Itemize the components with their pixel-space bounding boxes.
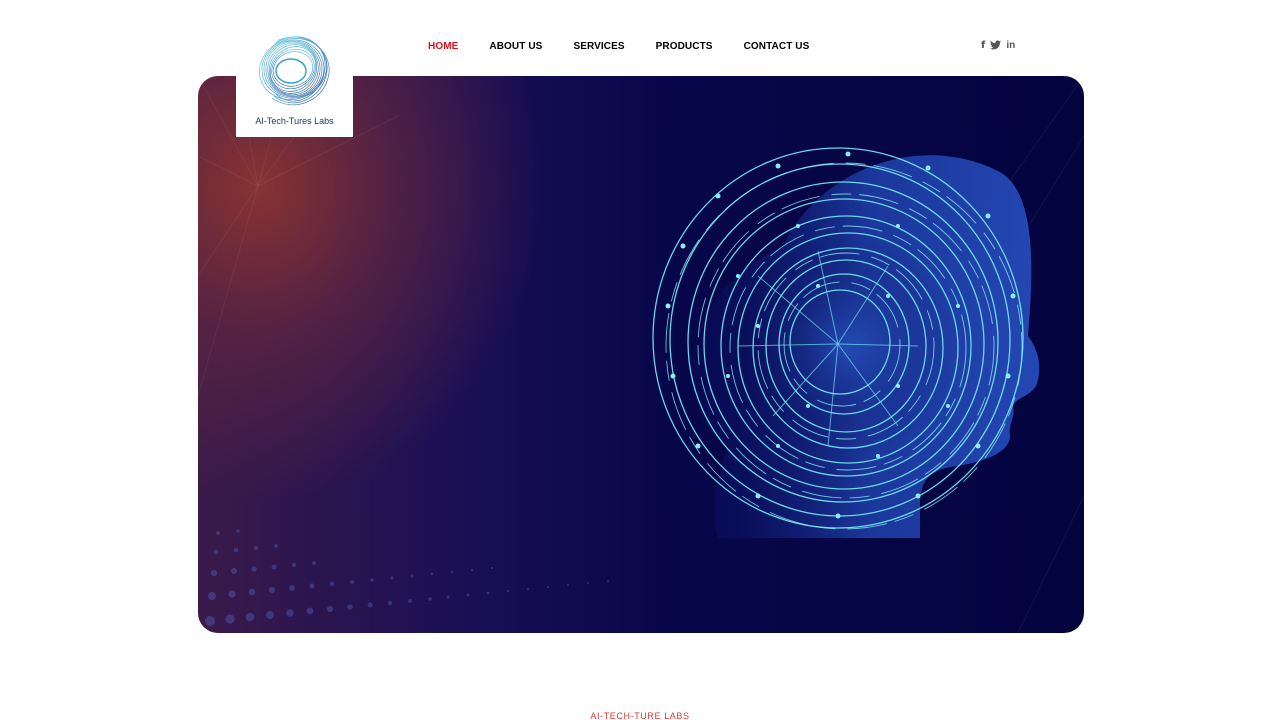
ai-head-illustration (198, 76, 1084, 633)
section-label: AI-TECH-TURE LABS (590, 711, 690, 720)
main-nav: HOME ABOUT US SERVICES PRODUCTS CONTACT … (428, 41, 840, 55)
logo[interactable]: AI-Tech-Tures Labs (236, 14, 353, 137)
nav-products[interactable]: PRODUCTS (656, 41, 713, 55)
nav-home[interactable]: HOME (428, 41, 458, 55)
logo-spiral-icon (259, 36, 330, 106)
logo-text: AI-Tech-Tures Labs (255, 116, 334, 126)
nav-contact-us[interactable]: CONTACT US (744, 41, 810, 55)
nav-services[interactable]: SERVICES (573, 41, 624, 55)
twitter-icon[interactable] (990, 40, 1002, 52)
hero-banner (198, 76, 1084, 633)
nav-about-us[interactable]: ABOUT US (489, 41, 542, 55)
facebook-icon[interactable]: f (981, 40, 985, 52)
linkedin-icon[interactable]: in (1006, 40, 1015, 52)
social-links: f in (981, 40, 1015, 52)
